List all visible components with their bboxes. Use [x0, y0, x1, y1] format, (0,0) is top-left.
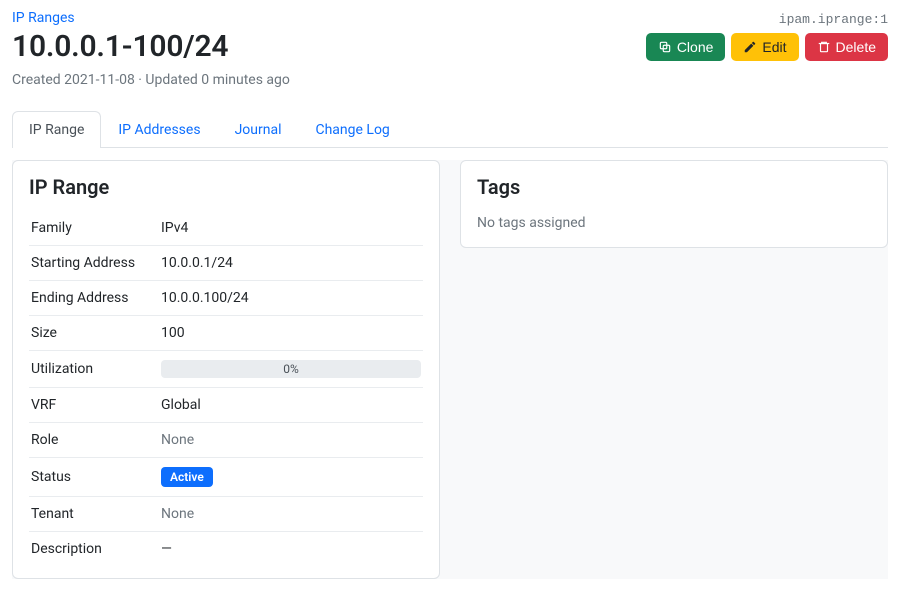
meta-timestamps: Created 2021-11-08 · Updated 0 minutes a… [12, 72, 888, 88]
ip-range-panel: IP Range Family IPv4 Starting Address 10… [12, 160, 440, 579]
clone-button-label: Clone [677, 39, 714, 55]
row-label: Status [29, 458, 159, 497]
tags-panel-heading: Tags [477, 175, 871, 199]
utilization-bar: 0% [161, 360, 421, 378]
clone-button[interactable]: Clone [646, 33, 726, 61]
tags-panel: Tags No tags assigned [460, 160, 888, 248]
row-label: Utilization [29, 351, 159, 388]
table-row: Starting Address 10.0.0.1/24 [29, 246, 423, 281]
delete-button-label: Delete [836, 39, 876, 55]
row-value-start-address: 10.0.0.1/24 [159, 246, 423, 281]
tab-ip-addresses[interactable]: IP Addresses [101, 111, 217, 148]
row-value-tenant: None [159, 497, 423, 532]
copy-icon [658, 40, 672, 54]
table-row: Family IPv4 [29, 211, 423, 246]
row-value-end-address: 10.0.0.100/24 [159, 281, 423, 316]
ip-range-panel-heading: IP Range [29, 175, 423, 199]
row-label: VRF [29, 388, 159, 423]
trash-icon [817, 40, 831, 54]
utilization-label: 0% [283, 362, 299, 376]
tab-bar: IP Range IP Addresses Journal Change Log [12, 110, 888, 148]
table-row: Ending Address 10.0.0.100/24 [29, 281, 423, 316]
table-row: Tenant None [29, 497, 423, 532]
tab-change-log[interactable]: Change Log [298, 111, 406, 148]
row-label: Starting Address [29, 246, 159, 281]
table-row: VRF Global [29, 388, 423, 423]
row-value-family: IPv4 [159, 211, 423, 246]
table-row: Size 100 [29, 316, 423, 351]
tab-ip-range[interactable]: IP Range [12, 111, 101, 148]
row-label: Role [29, 423, 159, 458]
delete-button[interactable]: Delete [805, 33, 888, 61]
row-label: Size [29, 316, 159, 351]
row-value-role: None [159, 423, 423, 458]
pencil-icon [743, 40, 757, 54]
table-row: Description — [29, 532, 423, 567]
row-label: Family [29, 211, 159, 246]
breadcrumb-ip-ranges[interactable]: IP Ranges [12, 10, 75, 26]
row-value-description: — [159, 532, 423, 567]
table-row: Utilization 0% [29, 351, 423, 388]
row-value-utilization: 0% [159, 351, 423, 388]
edit-button[interactable]: Edit [731, 33, 798, 61]
row-value-vrf: Global [159, 388, 423, 423]
page-title: 10.0.0.1-100/24 [12, 29, 228, 64]
table-row: Status Active [29, 458, 423, 497]
tags-empty-text: No tags assigned [477, 211, 871, 235]
row-value-size: 100 [159, 316, 423, 351]
row-label: Tenant [29, 497, 159, 532]
status-badge: Active [161, 467, 213, 487]
tab-journal[interactable]: Journal [218, 111, 299, 148]
row-label: Ending Address [29, 281, 159, 316]
row-label: Description [29, 532, 159, 567]
row-value-status: Active [159, 458, 423, 497]
object-identifier: ipam.iprange:1 [779, 10, 888, 27]
edit-button-label: Edit [762, 39, 786, 55]
table-row: Role None [29, 423, 423, 458]
